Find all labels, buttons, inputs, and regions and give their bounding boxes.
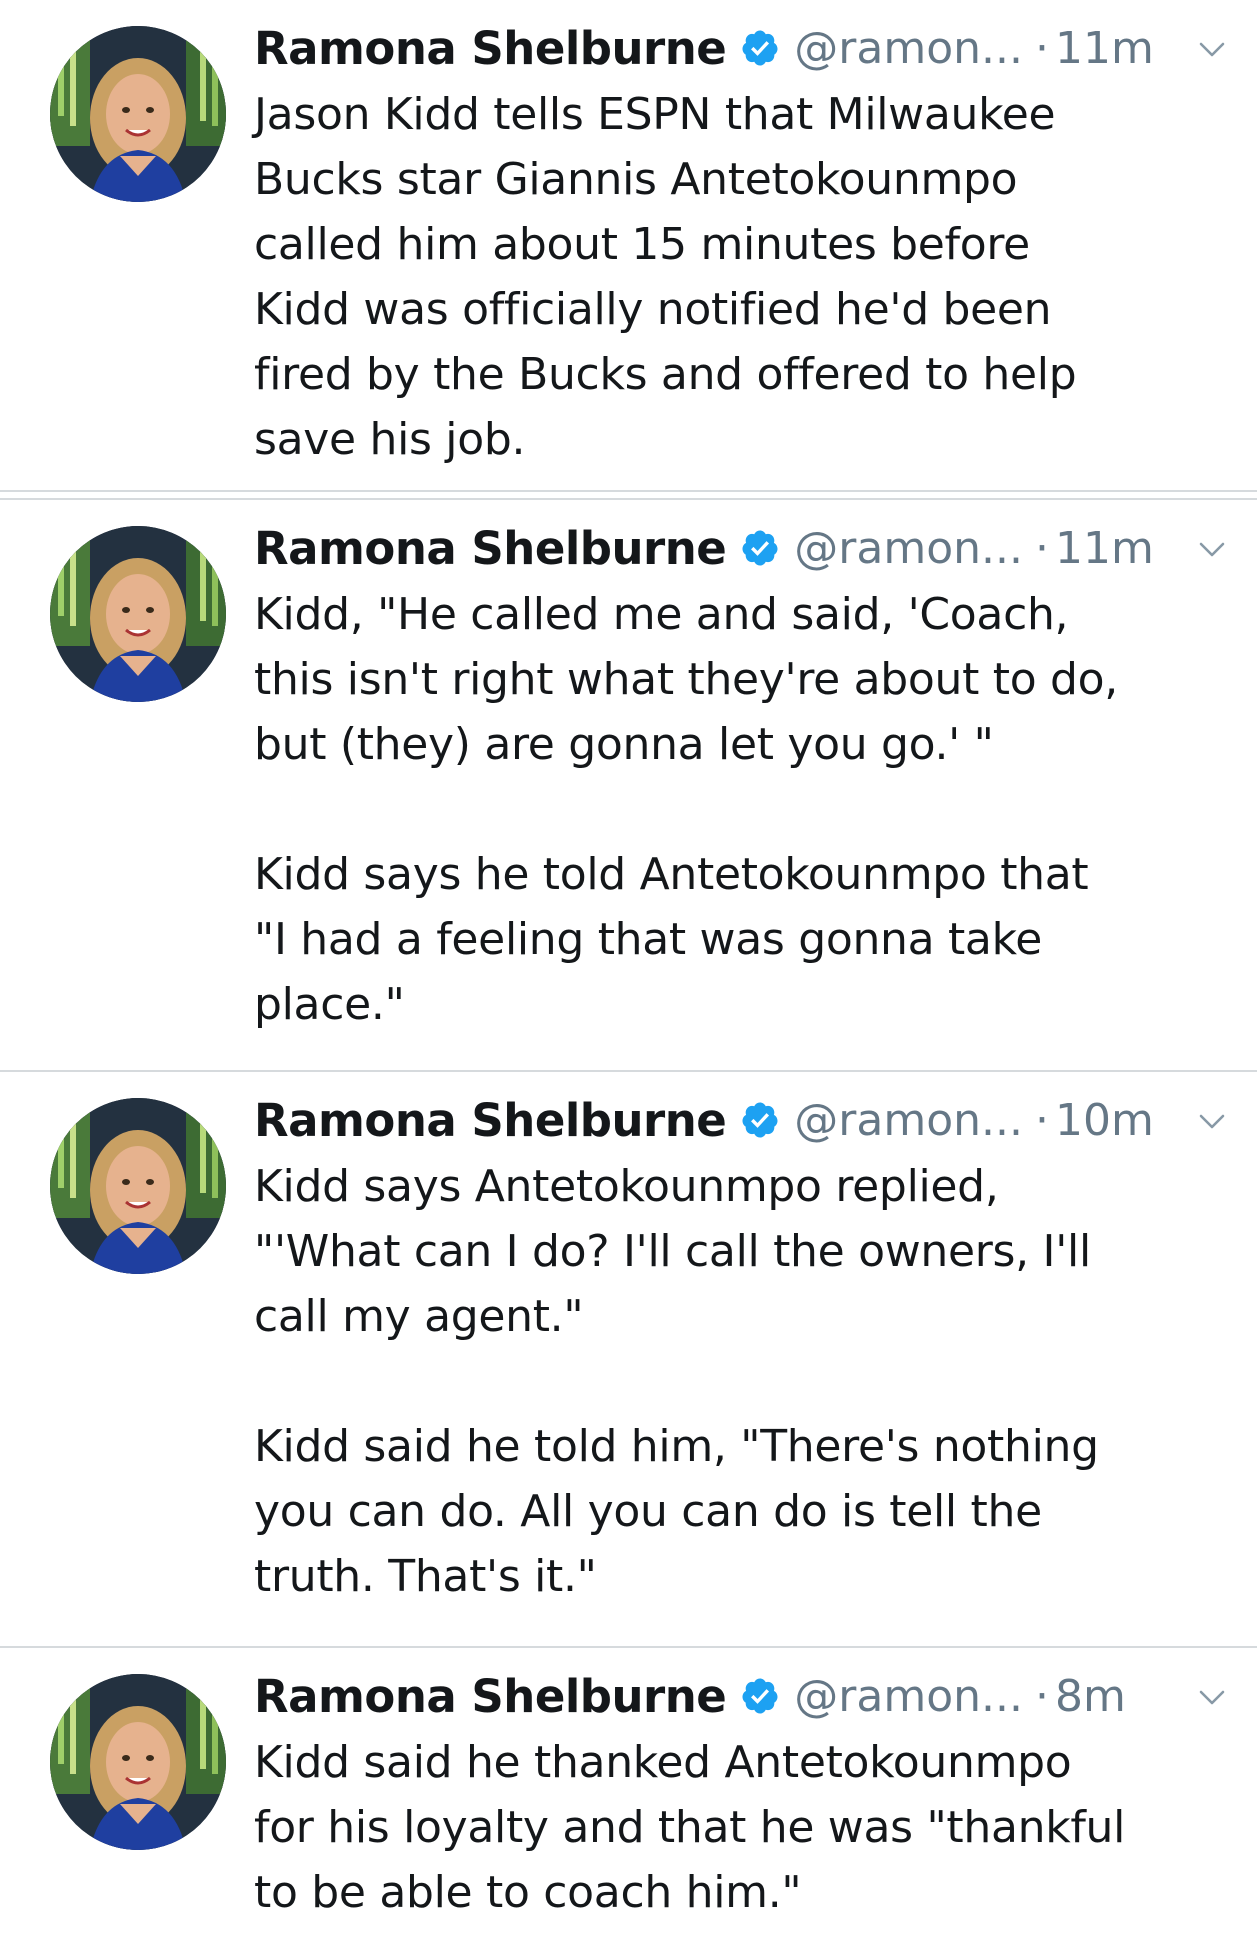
- author-name[interactable]: Ramona Shelburne: [254, 1094, 727, 1147]
- chevron-down-icon[interactable]: [1197, 1106, 1227, 1136]
- author-name[interactable]: Ramona Shelburne: [254, 1670, 727, 1723]
- author-handle[interactable]: @ramon...: [794, 1671, 1023, 1722]
- author-handle[interactable]: @ramon...: [794, 1095, 1023, 1146]
- verified-badge-icon: [740, 1676, 780, 1716]
- verified-badge-icon: [740, 28, 780, 68]
- tweet-text: Jason Kidd tells ESPN that Milwaukee Buc…: [254, 89, 1077, 465]
- tweet-text: Kidd says Antetokounmpo replied, "'What …: [254, 1161, 1099, 1602]
- tweet-timestamp[interactable]: 8m: [1055, 1671, 1126, 1722]
- avatar-photo: [50, 26, 226, 202]
- author-handle[interactable]: @ramon...: [794, 523, 1023, 574]
- tweet-2[interactable]: Ramona Shelburne @ramon... · 11m Kidd, "…: [0, 498, 1257, 1072]
- avatar-photo: [50, 526, 226, 702]
- tweet-text: Kidd, "He called me and said, 'Coach, th…: [254, 589, 1118, 1030]
- tweet-thread: Ramona Shelburne @ramon... · 11m Jason K…: [0, 0, 1257, 1955]
- tweet-4[interactable]: Ramona Shelburne @ramon... · 8m Kidd sai…: [0, 1648, 1257, 1955]
- chevron-down-icon[interactable]: [1197, 534, 1227, 564]
- author-name[interactable]: Ramona Shelburne: [254, 22, 727, 75]
- separator-dot: ·: [1034, 522, 1049, 574]
- chevron-down-icon[interactable]: [1197, 34, 1227, 64]
- tweet-timestamp[interactable]: 11m: [1055, 523, 1154, 574]
- tweet-header: Ramona Shelburne @ramon... · 8m: [254, 1664, 1227, 1728]
- avatar[interactable]: [50, 526, 226, 702]
- avatar-photo: [50, 1674, 226, 1850]
- tweet-3[interactable]: Ramona Shelburne @ramon... · 10m Kidd sa…: [0, 1072, 1257, 1648]
- tweet-1[interactable]: Ramona Shelburne @ramon... · 11m Jason K…: [0, 0, 1257, 492]
- separator-dot: ·: [1034, 1670, 1049, 1722]
- tweet-header: Ramona Shelburne @ramon... · 10m: [254, 1088, 1227, 1152]
- verified-badge-icon: [740, 1100, 780, 1140]
- tweet-text: Kidd said he thanked Antetokounmpo for h…: [254, 1737, 1126, 1918]
- tweet-timestamp[interactable]: 11m: [1055, 23, 1154, 74]
- author-handle[interactable]: @ramon...: [794, 23, 1023, 74]
- separator-dot: ·: [1034, 1094, 1049, 1146]
- avatar[interactable]: [50, 1674, 226, 1850]
- tweet-header: Ramona Shelburne @ramon... · 11m: [254, 16, 1227, 80]
- verified-badge-icon: [740, 528, 780, 568]
- tweet-timestamp[interactable]: 10m: [1055, 1095, 1154, 1146]
- separator-dot: ·: [1034, 22, 1049, 74]
- avatar[interactable]: [50, 26, 226, 202]
- avatar[interactable]: [50, 1098, 226, 1274]
- author-name[interactable]: Ramona Shelburne: [254, 522, 727, 575]
- avatar-photo: [50, 1098, 226, 1274]
- tweet-header: Ramona Shelburne @ramon... · 11m: [254, 516, 1227, 580]
- chevron-down-icon[interactable]: [1197, 1682, 1227, 1712]
